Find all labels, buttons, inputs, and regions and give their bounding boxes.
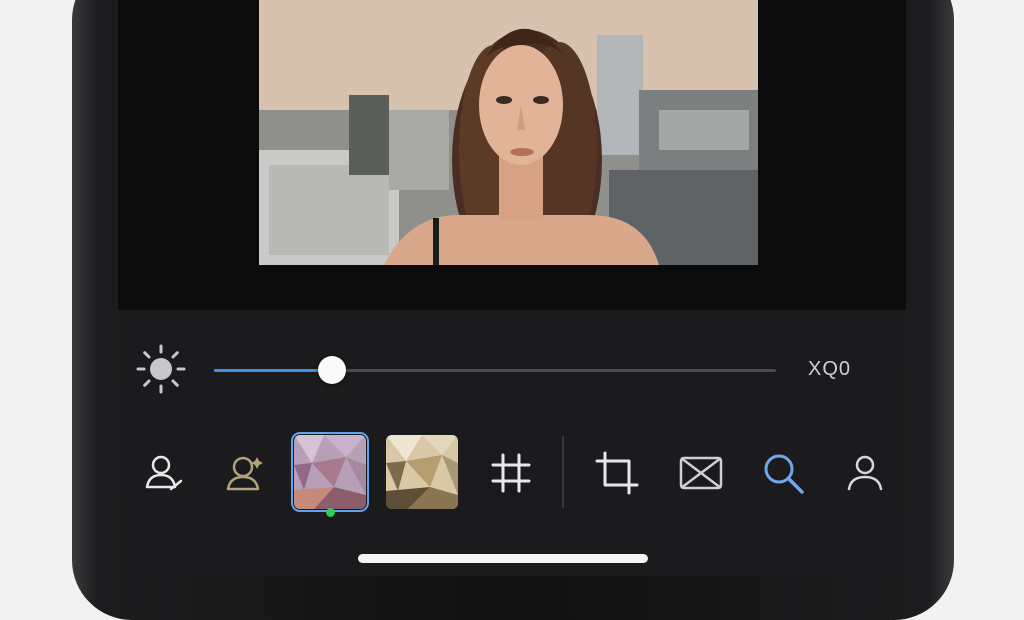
filter-thumbnail-2[interactable]: [386, 435, 458, 509]
toolbar-divider: [562, 436, 564, 508]
slider-fill: [214, 369, 333, 372]
person-sparkle-icon: [226, 456, 263, 491]
frame-x-icon: [679, 456, 723, 490]
portrait-tool-button[interactable]: [136, 435, 190, 511]
filter-thumbnail-image: [294, 435, 366, 509]
search-icon: [764, 454, 804, 494]
crop-icon: [595, 451, 639, 495]
search-tool-button[interactable]: [756, 435, 810, 511]
photo-preview[interactable]: [259, 0, 758, 265]
photo-preview-area: [118, 0, 906, 310]
crop-tool-button[interactable]: [590, 435, 644, 511]
face-retouch-tool-button[interactable]: [218, 435, 272, 511]
profile-tool-button[interactable]: [838, 435, 892, 511]
home-indicator[interactable]: [358, 554, 648, 563]
filter-thumbnail-image: [386, 435, 458, 509]
person-edit-icon: [145, 455, 183, 491]
filter-thumbnail-1[interactable]: [291, 432, 369, 512]
selected-indicator: [326, 508, 335, 517]
brightness-icon[interactable]: [136, 344, 186, 394]
editor-screen: XQ0: [118, 0, 906, 576]
person-icon: [847, 455, 883, 491]
slider-value-label: XQ0: [808, 358, 852, 380]
frame-tool-button[interactable]: [674, 435, 728, 511]
grid-icon: [491, 453, 531, 493]
grid-tool-button[interactable]: [486, 435, 536, 511]
adjustment-panel: XQ0: [118, 310, 906, 576]
brightness-slider[interactable]: [214, 356, 776, 384]
photo-image: [259, 0, 758, 265]
slider-thumb[interactable]: [318, 356, 347, 384]
